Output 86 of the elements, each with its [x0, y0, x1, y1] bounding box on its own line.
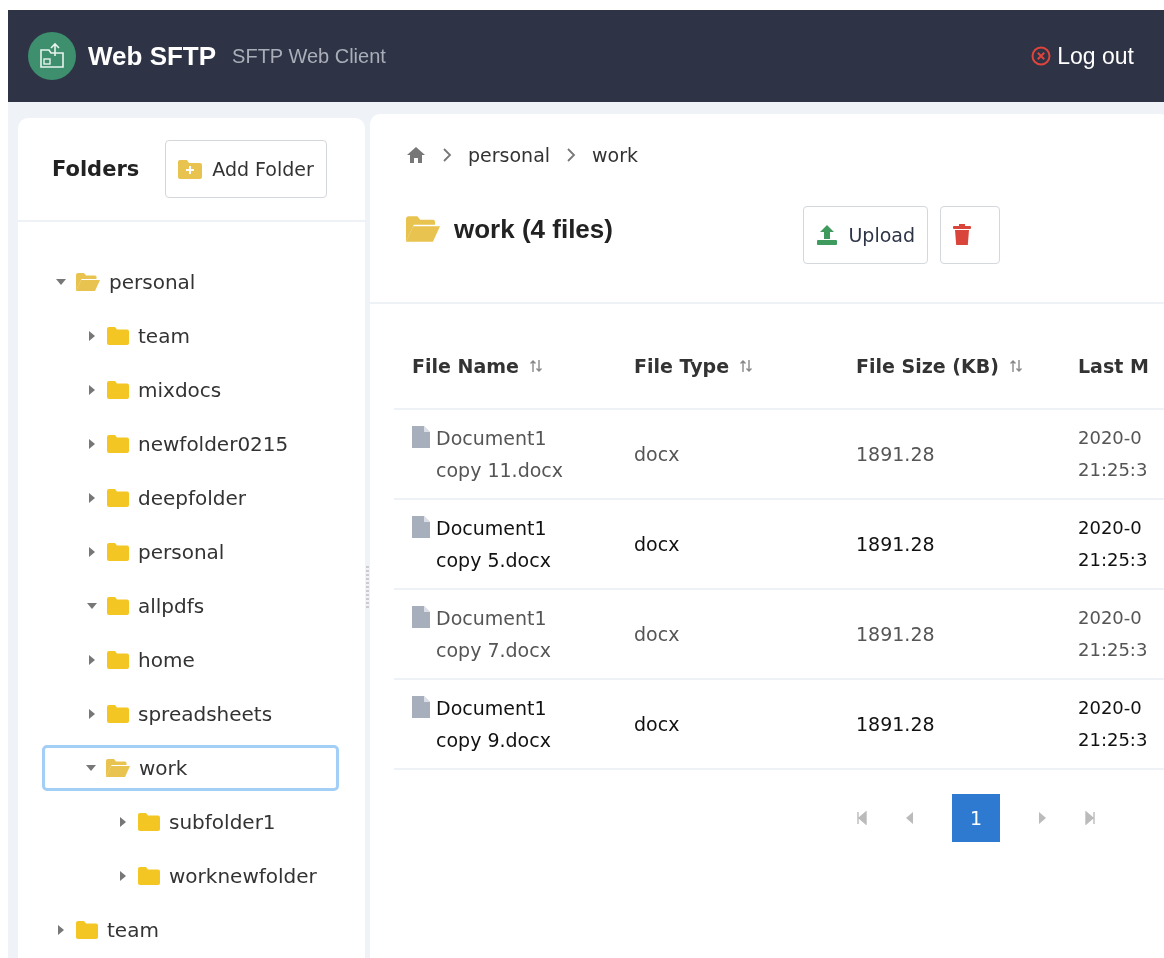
home-icon[interactable] — [406, 146, 426, 164]
sort-icon — [739, 359, 754, 373]
file-name: Document1 copy 11.docx — [436, 426, 564, 483]
tree-item[interactable]: home — [73, 637, 208, 683]
folder-icon — [107, 381, 129, 399]
modified-time: 21:25:3 — [1078, 458, 1148, 482]
file-type: docx — [634, 443, 680, 465]
upload-icon — [816, 224, 839, 246]
chevron-right-icon — [442, 147, 452, 163]
breadcrumb-link[interactable]: personal — [468, 144, 551, 166]
column-header[interactable]: File Type — [616, 355, 838, 377]
modified-date: 2020-0 — [1078, 696, 1142, 720]
column-header[interactable]: File Size (KB) — [838, 355, 1060, 377]
last-page-icon[interactable] — [1084, 811, 1096, 825]
modified-date: 2020-0 — [1078, 516, 1142, 540]
upload-button[interactable]: Upload — [803, 206, 928, 264]
file-size: 1891.28 — [856, 533, 935, 555]
tree-item[interactable]: subfolder1 — [104, 799, 289, 845]
resize-handle[interactable] — [366, 566, 369, 610]
modified-date: 2020-0 — [1078, 606, 1142, 630]
table-row[interactable]: Document1 copy 5.docx docx 1891.28 2020-0 21:25:3 — [394, 500, 1164, 590]
folder-icon — [107, 435, 129, 453]
first-page-icon[interactable] — [856, 811, 868, 825]
folder-plus-icon — [178, 159, 203, 179]
folder-title: work (4 files) — [454, 213, 613, 245]
tree-item[interactable]: team — [73, 313, 203, 359]
tree-item[interactable]: work — [42, 745, 339, 791]
file-size: 1891.28 — [856, 443, 935, 465]
tree-item[interactable]: worknewfolder — [104, 853, 330, 899]
tree-item[interactable]: mixdocs — [73, 367, 235, 413]
modified-time: 21:25:3 — [1078, 548, 1148, 572]
tree-item[interactable]: personal — [73, 529, 238, 575]
sort-icon — [1008, 359, 1023, 373]
modified-time: 21:25:3 — [1078, 638, 1148, 662]
table-row[interactable]: Document1 copy 7.docx docx 1891.28 2020-0 21:25:3 — [394, 590, 1164, 680]
folder-icon — [107, 543, 129, 561]
next-page-icon[interactable] — [1036, 811, 1048, 825]
file-type: docx — [634, 713, 680, 735]
file-icon — [412, 426, 430, 448]
open-folder-icon — [106, 759, 130, 777]
app-subtitle: SFTP Web Client — [232, 44, 386, 68]
file-size: 1891.28 — [856, 713, 935, 735]
modified-time: 21:25:3 — [1078, 728, 1148, 752]
page-button[interactable]: 1 — [952, 794, 1000, 842]
column-header[interactable]: File Name — [394, 355, 616, 377]
trash-icon — [953, 224, 971, 246]
sort-icon — [528, 359, 543, 373]
file-name: Document1 copy 7.docx — [436, 606, 552, 663]
table-row[interactable]: Document1 copy 9.docx docx 1891.28 2020-0 21:25:3 — [394, 680, 1164, 770]
file-type: docx — [634, 623, 680, 645]
breadcrumb-link[interactable]: work — [592, 144, 639, 166]
previous-page-icon[interactable] — [904, 811, 916, 825]
tree-item[interactable]: personal — [42, 259, 209, 305]
logout-link[interactable]: Log out — [1031, 42, 1134, 70]
file-name: Document1 copy 9.docx — [436, 696, 552, 753]
folder-icon — [138, 867, 160, 885]
tree-item[interactable]: deepfolder — [73, 475, 260, 521]
file-icon — [412, 516, 430, 538]
tree-item[interactable]: newfolder0215 — [73, 421, 302, 467]
folder-icon — [107, 651, 129, 669]
close-circle-icon — [1031, 46, 1052, 66]
add-folder-button[interactable]: Add Folder — [165, 140, 327, 198]
folder-icon — [107, 327, 129, 345]
modified-date: 2020-0 — [1078, 426, 1142, 450]
table-row[interactable]: Document1 copy 11.docx docx 1891.28 2020-0 21:25:3 — [394, 410, 1164, 500]
folder-icon — [107, 597, 129, 615]
tree-item[interactable]: spreadsheets — [73, 691, 286, 737]
sidebar-title: Folders — [52, 157, 140, 181]
chevron-right-icon — [566, 147, 577, 163]
tree-item[interactable]: team — [42, 907, 172, 953]
app-title: Web SFTP — [88, 40, 217, 72]
file-name: Document1 copy 5.docx — [436, 516, 552, 573]
logo-icon — [28, 32, 76, 80]
file-icon — [412, 696, 430, 718]
folder-icon — [107, 705, 129, 723]
delete-button[interactable] — [940, 206, 1000, 264]
open-folder-icon — [406, 216, 440, 242]
file-icon — [412, 606, 430, 628]
file-size: 1891.28 — [856, 623, 935, 645]
open-folder-icon — [76, 273, 100, 291]
file-type: docx — [634, 533, 680, 555]
tree-item[interactable]: allpdfs — [73, 583, 218, 629]
folder-icon — [76, 921, 98, 939]
folder-icon — [107, 489, 129, 507]
column-header[interactable]: Last M — [1060, 355, 1164, 377]
folder-icon — [138, 813, 160, 831]
